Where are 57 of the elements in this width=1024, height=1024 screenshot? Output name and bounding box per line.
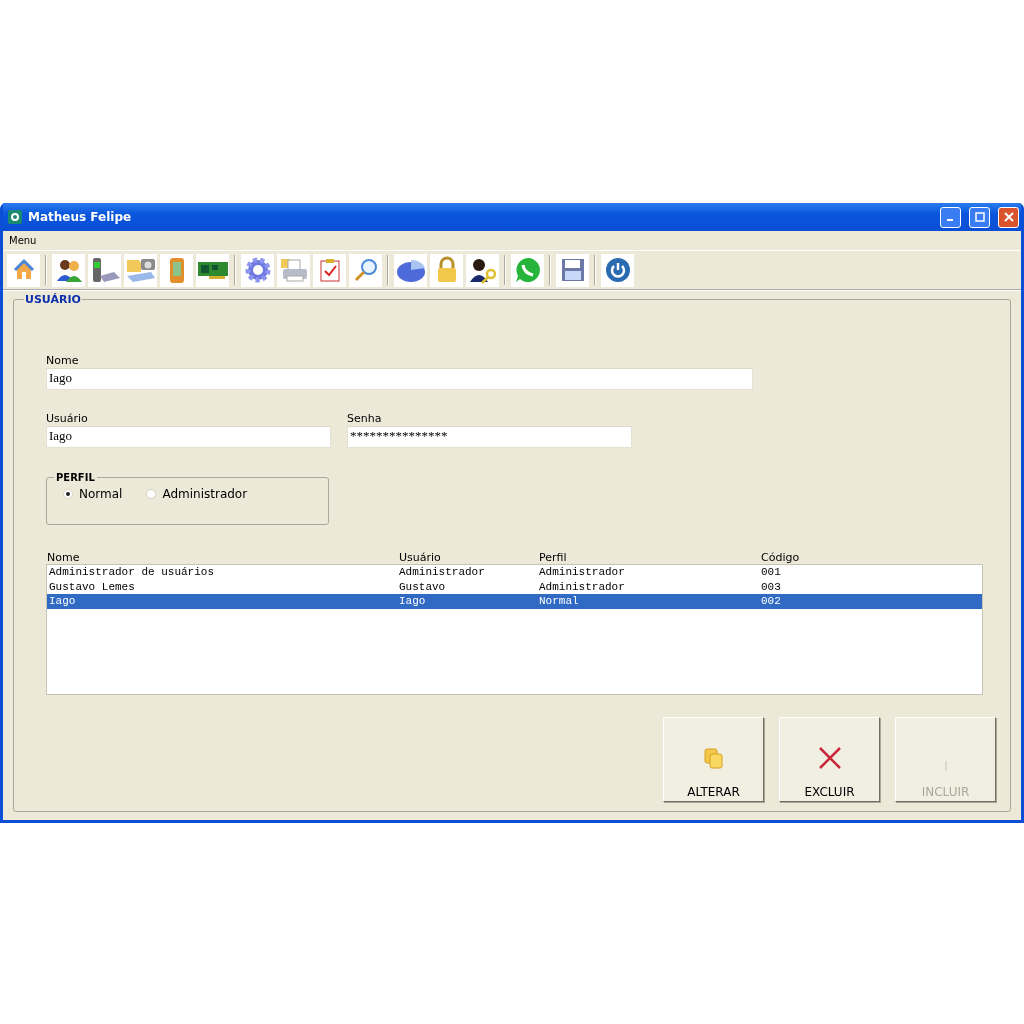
table-cell-text: Normal — [539, 595, 580, 608]
window-title: Matheus Felipe — [28, 210, 133, 224]
scanner-camera-icon — [124, 256, 157, 284]
column-header: Nome — [46, 551, 81, 564]
checklist-icon — [317, 257, 342, 283]
table-cell-text: Administrador — [539, 566, 626, 579]
table-cell-text: Iago — [49, 595, 77, 608]
toolbar-button[interactable] — [196, 253, 229, 287]
toolbar-button[interactable] — [466, 253, 499, 287]
radio-button[interactable] — [63, 489, 73, 499]
action-button[interactable]: EXCLUIR — [779, 717, 880, 802]
table-cell-text: Iago — [399, 595, 427, 608]
power-icon — [604, 257, 631, 283]
table-cell-text: Gustavo Lemes — [49, 580, 136, 593]
documents-icon — [702, 747, 725, 771]
list-row[interactable]: Administrador de usuários Administrador Administrador 001 — [47, 565, 982, 580]
close-icon — [816, 745, 843, 771]
chat-bubble-icon — [513, 256, 542, 284]
table-cell-text: Gustavo — [399, 580, 447, 593]
list-row[interactable]: Gustavo Lemes Gustavo Administrador 003 — [47, 579, 982, 594]
column-header: Código — [760, 551, 801, 564]
group-title: USUÁRIO — [24, 293, 82, 306]
close-icon — [1003, 212, 1014, 222]
table-cell-text: Administrador de usuários — [49, 566, 216, 579]
column-header: Usuário — [398, 551, 442, 564]
toolbar-button[interactable] — [52, 253, 85, 287]
password-field[interactable]: *************** — [347, 426, 632, 448]
gear-icon — [243, 256, 272, 284]
table-cell-text: 002 — [761, 595, 782, 608]
field-label: Nome — [46, 354, 80, 367]
action-button[interactable]: ALTERAR — [663, 717, 764, 802]
column-header: Perfil — [538, 551, 568, 564]
maximize-button[interactable] — [969, 206, 990, 228]
radio-button[interactable] — [146, 489, 157, 499]
username-field[interactable]: Iago — [46, 426, 331, 448]
field-label: Senha — [347, 412, 383, 425]
menu-item[interactable]: Menu — [9, 235, 37, 246]
table-cell-text: 001 — [761, 566, 782, 579]
name-field[interactable]: Iago — [46, 368, 753, 390]
table-cell-text: Administrador — [539, 580, 626, 593]
radio-option[interactable]: Administrador — [146, 487, 248, 501]
search-icon — [352, 257, 379, 283]
table-cell-text: 003 — [761, 580, 782, 593]
app-icon — [8, 210, 22, 224]
radio-option[interactable]: Normal — [63, 487, 123, 501]
close-button[interactable] — [998, 206, 1019, 228]
maximize-icon — [974, 212, 985, 222]
house-icon — [11, 258, 36, 282]
minimize-button[interactable] — [940, 206, 961, 228]
radio-label: Administrador — [162, 487, 248, 501]
circuit-board-icon — [196, 259, 229, 281]
people-icon — [54, 257, 83, 283]
table-cell-text: Administrador — [399, 566, 486, 579]
list-row[interactable]: Iago Iago Normal 002 — [47, 594, 982, 609]
group-title: PERFIL — [55, 472, 96, 483]
field-label: Usuário — [46, 412, 89, 425]
radio-label: Normal — [79, 487, 123, 501]
